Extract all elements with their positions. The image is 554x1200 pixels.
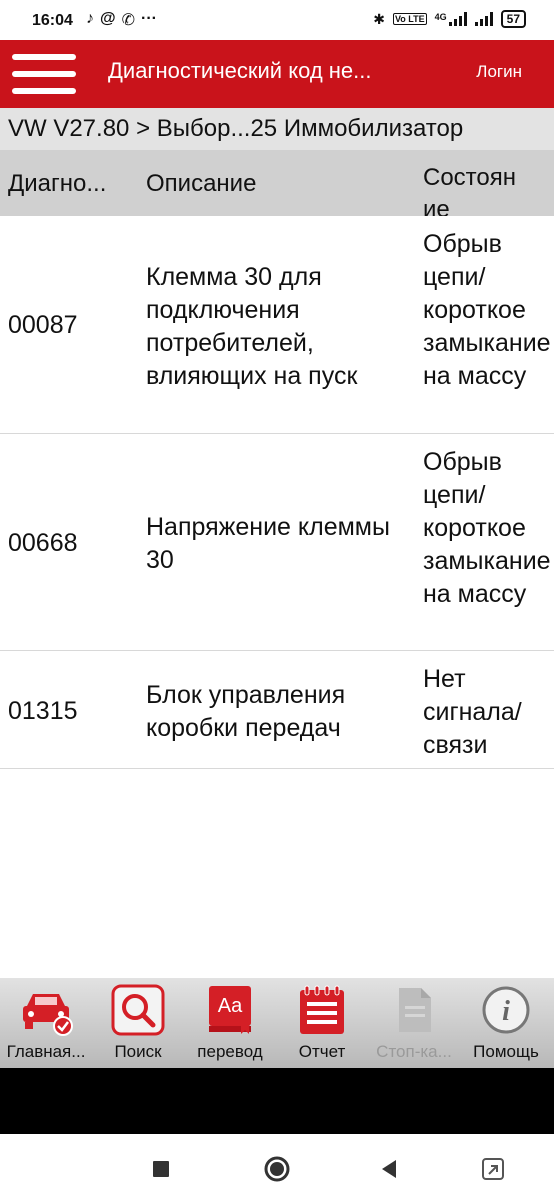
- volte-icon: Vo LTE: [392, 13, 427, 25]
- dtc-description: Блок управления коробки передач: [146, 681, 346, 742]
- document-icon: [399, 988, 431, 1032]
- table-row[interactable]: 00668 Напряжение клеммы 30 Обрыв цепи/ к…: [0, 434, 554, 651]
- svg-text:Aa: Aa: [218, 995, 243, 1017]
- dtc-state: Нет сигнала/ связи: [423, 665, 522, 759]
- breadcrumb: VW V27.80 > Выбор...25 Иммобилизатор: [0, 108, 554, 150]
- whatsapp-icon: ✆: [121, 12, 136, 29]
- dtc-state: Обрыв цепи/ короткое замыкание на массу: [423, 448, 551, 608]
- menu-icon[interactable]: [12, 52, 76, 96]
- page-title: Диагностический код не...: [108, 58, 372, 83]
- empty-area: [0, 1068, 554, 1134]
- svg-text:i: i: [502, 996, 510, 1027]
- dtc-code: 00668: [8, 529, 78, 557]
- toolbar-help-button[interactable]: i Помощь: [460, 978, 552, 1068]
- car-home-icon: [23, 994, 73, 1036]
- toolbar-search-button[interactable]: Поиск: [92, 978, 184, 1068]
- at-icon: @: [100, 10, 116, 27]
- toolbar-label: Главная...: [6, 1042, 86, 1061]
- login-button[interactable]: Логин: [476, 62, 522, 82]
- toolbar-translate-button[interactable]: Aa перевод: [184, 978, 276, 1068]
- signal-icon: [474, 12, 493, 26]
- battery-icon: 57: [500, 10, 526, 28]
- app-bar: Диагностический код не... Логин: [0, 40, 554, 108]
- toolbar-label: перевод: [197, 1042, 263, 1061]
- dtc-description: Клемма 30 для подключения потребителей, …: [146, 263, 358, 390]
- report-notepad-icon: [300, 985, 344, 1034]
- table-row[interactable]: 01315 Блок управления коробки передач Не…: [0, 651, 554, 769]
- info-icon: i: [482, 986, 530, 1034]
- tiktok-icon: ♪: [86, 10, 94, 27]
- system-nav-bar: [0, 1134, 554, 1200]
- screenshot-expand-icon[interactable]: [478, 1154, 508, 1184]
- dtc-state: Обрыв цепи/ короткое замыкание на массу: [423, 230, 551, 390]
- column-header-code[interactable]: Диагно...: [8, 170, 106, 198]
- toolbar-label: Отчет: [298, 1042, 346, 1061]
- dtc-code: 00087: [8, 311, 78, 339]
- toolbar-home-button[interactable]: Главная...: [0, 978, 92, 1068]
- toolbar-report-button[interactable]: Отчет: [276, 978, 368, 1068]
- dtc-code: 01315: [8, 697, 78, 725]
- system-icons: ✱ Vo LTE 4G 57: [373, 10, 526, 28]
- bluetooth-icon: ✱: [373, 10, 385, 27]
- column-header-state[interactable]: Состоян ие: [423, 162, 548, 216]
- toolbar-label: Поиск: [114, 1042, 162, 1061]
- toolbar-label: Помощь: [473, 1042, 539, 1061]
- bottom-toolbar: Главная... Поиск Aa перевод Отчет Стоп-к…: [0, 978, 554, 1068]
- table-header: Диагно... Описание Состоян ие: [0, 150, 554, 216]
- dtc-description: Напряжение клеммы 30: [146, 513, 390, 574]
- signal-4g-icon: 4G: [435, 12, 467, 26]
- recents-icon[interactable]: [146, 1154, 176, 1184]
- toolbar-freeze-frame-button[interactable]: Стоп-ка...: [368, 978, 460, 1068]
- more-dots-icon: ···: [141, 10, 157, 27]
- status-bar: 16:04 ♪ @ ✆ ··· ✱ Vo LTE 4G 57: [0, 0, 554, 40]
- notification-icons: ♪ @ ✆ ···: [86, 10, 157, 30]
- home-icon[interactable]: [262, 1154, 292, 1184]
- search-icon: [111, 984, 165, 1036]
- translate-book-icon: Aa: [209, 986, 251, 1034]
- status-time: 16:04: [32, 12, 73, 29]
- table-row[interactable]: 00087 Клемма 30 для подключения потребит…: [0, 216, 554, 434]
- back-icon[interactable]: [374, 1154, 404, 1184]
- column-header-description[interactable]: Описание: [146, 170, 256, 198]
- toolbar-label: Стоп-ка...: [376, 1042, 452, 1061]
